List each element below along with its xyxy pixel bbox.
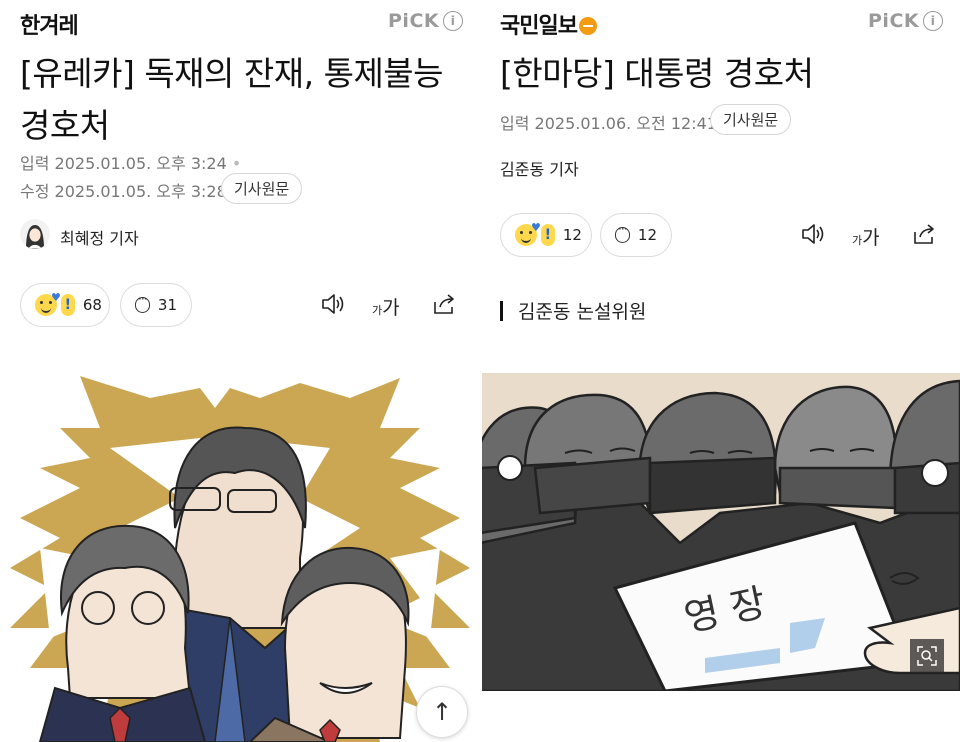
speaker-icon[interactable] (320, 292, 346, 321)
speaker-icon[interactable] (800, 222, 826, 251)
article-title: [유레카] 독재의 잔재, 통제불능 경호처 (20, 48, 444, 152)
kukmin-ilbo-logo-text: 국민일보 (500, 14, 578, 39)
original-article-button[interactable]: 기사원문 (221, 173, 303, 204)
reaction-button[interactable]: ♥! 12 (500, 213, 592, 257)
hankyoreh-logo[interactable]: 한겨레 (20, 8, 79, 40)
reporter-avatar[interactable] (20, 219, 50, 249)
reaction-count: 12 (562, 226, 582, 244)
modified-date: 수정 2025.01.05. 오후 3:28 (20, 182, 227, 201)
input-date: 입력 2025.01.05. 오후 3:24 • (20, 154, 242, 173)
article-title: [한마당] 대통령 경호처 (500, 54, 814, 93)
right-article-panel: 국민일보 PiCK i [한마당] 대통령 경호처 입력 2025.01.06. … (480, 0, 960, 742)
article-illustration[interactable]: ↑ (0, 368, 480, 742)
reaction-emoji-icon: ♥! (35, 291, 75, 316)
article-illustration[interactable]: 영 장 (480, 373, 960, 691)
reaction-button[interactable]: ♥! 68 (20, 283, 110, 327)
pick-label: PiCK (388, 10, 440, 32)
original-article-button[interactable]: 기사원문 (710, 104, 792, 135)
pick-badge[interactable]: PiCK i (388, 10, 464, 32)
input-date: 입력 2025.01.06. 오전 12:41 (500, 114, 717, 133)
title-line-2: 경호처 (20, 106, 110, 145)
reporter-name[interactable]: 김준동 기자 (500, 156, 579, 180)
comment-button[interactable]: 31 (120, 283, 192, 327)
comment-icon (615, 222, 630, 243)
zoom-icon[interactable] (910, 639, 944, 673)
pick-badge[interactable]: PiCK i (868, 10, 944, 32)
section-author-label: 김준동 논설위원 (500, 297, 646, 324)
panel-divider (480, 0, 482, 742)
comment-button[interactable]: 12 (600, 213, 672, 257)
info-icon[interactable]: i (443, 11, 464, 31)
comment-count: 31 (157, 296, 177, 314)
font-size-button[interactable]: 가가 (852, 223, 880, 250)
reaction-count: 68 (82, 296, 102, 314)
pick-label: PiCK (868, 10, 920, 32)
scroll-top-button[interactable]: ↑ (416, 686, 468, 738)
kukmin-ilbo-logo[interactable]: 국민일보 (500, 8, 597, 40)
reporter-name[interactable]: 최혜정 기자 (60, 225, 139, 249)
left-article-panel: 한겨레 PiCK i [유레카] 독재의 잔재, 통제불능 경호처 입력 2025… (0, 0, 480, 742)
comment-count: 12 (637, 226, 657, 244)
share-icon[interactable] (912, 222, 938, 251)
share-icon[interactable] (432, 292, 458, 321)
comment-icon (135, 292, 150, 313)
font-size-button[interactable]: 가가 (372, 293, 400, 320)
title-line-1: [유레카] 독재의 잔재, 통제불능 (20, 54, 444, 93)
reaction-emoji-icon: ♥! (515, 221, 555, 246)
kukmin-logo-mark-icon (578, 17, 597, 35)
info-icon[interactable]: i (923, 11, 944, 31)
